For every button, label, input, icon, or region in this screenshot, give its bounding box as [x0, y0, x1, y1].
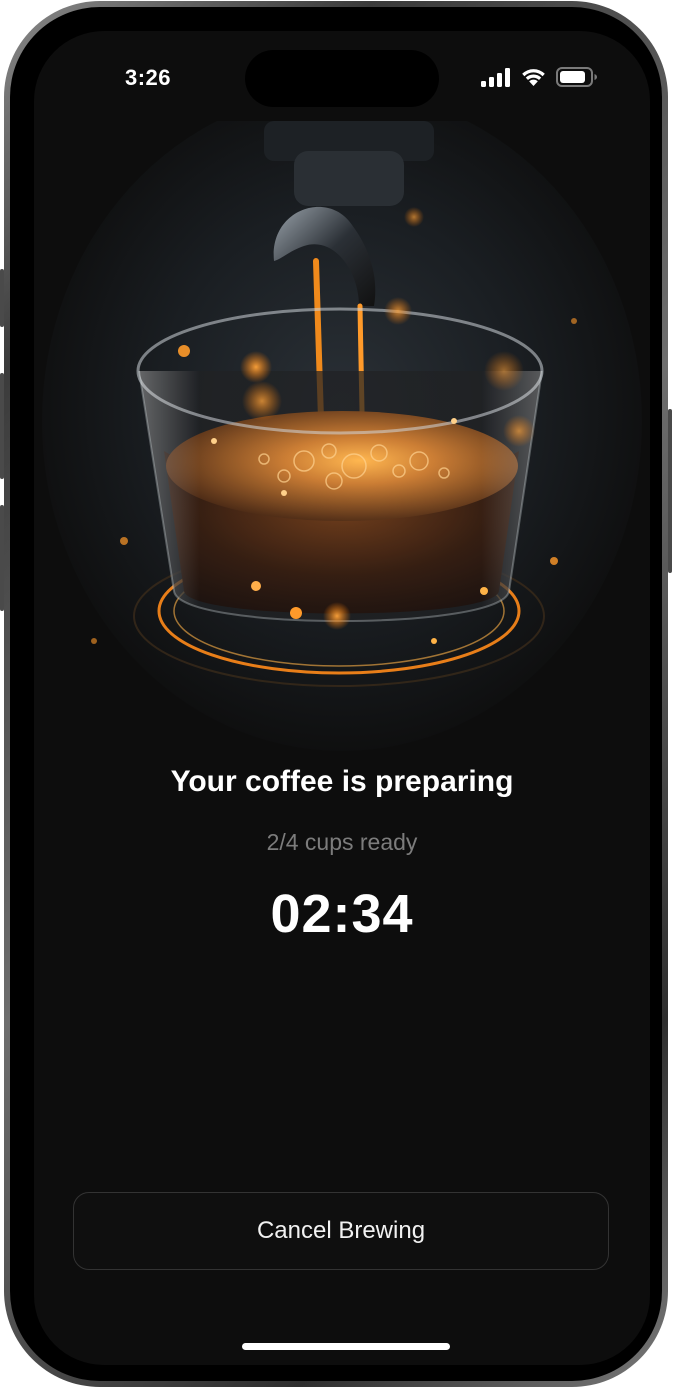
status-time: 3:26: [124, 65, 172, 90]
app-screen: 3:26 Your coffee is preparing 2/4 cups r…: [34, 31, 650, 1365]
cancel-brewing-button[interactable]: Cancel Brewing: [73, 1192, 609, 1270]
brewing-title: Your coffee is preparing: [170, 765, 514, 798]
wifi-icon: [522, 69, 545, 86]
phone-bezel: 3:26 Your coffee is preparing 2/4 cups r…: [10, 7, 662, 1381]
cups-progress-text: 2/4 cups ready: [266, 829, 418, 855]
volume-down-button: [0, 505, 4, 611]
dynamic-island: [245, 50, 439, 107]
home-indicator[interactable]: [242, 1343, 450, 1350]
phone-frame: 3:26 Your coffee is preparing 2/4 cups r…: [0, 1, 672, 1387]
power-button: [668, 409, 672, 573]
cancel-brewing-label: Cancel Brewing: [256, 1217, 426, 1244]
cellular-signal-icon: [481, 67, 510, 87]
hero-image: [34, 91, 650, 761]
action-button: [0, 269, 4, 327]
battery-icon: [556, 67, 597, 87]
espresso-cup-illustration: [42, 91, 642, 751]
status-icons: [481, 67, 598, 87]
volume-up-button: [0, 373, 4, 479]
brew-timer: 02:34: [270, 884, 414, 944]
